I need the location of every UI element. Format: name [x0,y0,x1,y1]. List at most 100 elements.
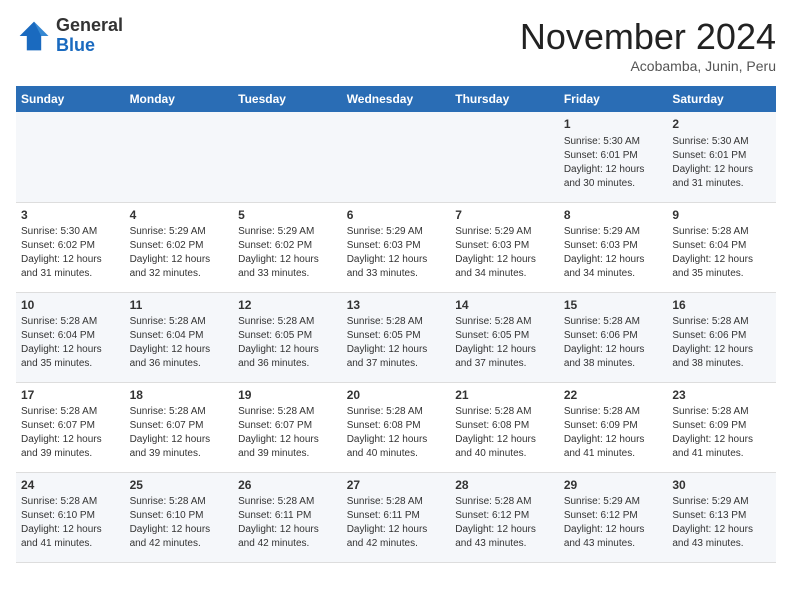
day-info: Sunrise: 5:29 AM [238,225,337,239]
day-info: Sunset: 6:06 PM [672,329,771,343]
day-cell: 29Sunrise: 5:29 AMSunset: 6:12 PMDayligh… [559,472,668,562]
day-info: Daylight: 12 hours and 42 minutes. [130,523,229,551]
day-cell: 5Sunrise: 5:29 AMSunset: 6:02 PMDaylight… [233,202,342,292]
day-number: 22 [564,387,663,404]
day-cell: 9Sunrise: 5:28 AMSunset: 6:04 PMDaylight… [667,202,776,292]
logo: General Blue [16,16,123,56]
logo-blue: Blue [56,35,95,55]
week-row-4: 17Sunrise: 5:28 AMSunset: 6:07 PMDayligh… [16,382,776,472]
day-info: Daylight: 12 hours and 38 minutes. [564,343,663,371]
week-row-1: 1Sunrise: 5:30 AMSunset: 6:01 PMDaylight… [16,112,776,202]
day-info: Sunset: 6:11 PM [347,509,446,523]
day-info: Daylight: 12 hours and 39 minutes. [21,433,120,461]
day-info: Daylight: 12 hours and 35 minutes. [672,253,771,281]
day-info: Sunset: 6:01 PM [564,149,663,163]
day-info: Sunset: 6:01 PM [672,149,771,163]
day-info: Sunset: 6:02 PM [238,239,337,253]
day-number: 9 [672,207,771,224]
day-info: Sunset: 6:09 PM [564,419,663,433]
week-row-3: 10Sunrise: 5:28 AMSunset: 6:04 PMDayligh… [16,292,776,382]
day-number: 12 [238,297,337,314]
day-number: 30 [672,477,771,494]
day-info: Sunset: 6:03 PM [564,239,663,253]
main-title: November 2024 [520,16,776,58]
day-cell: 8Sunrise: 5:29 AMSunset: 6:03 PMDaylight… [559,202,668,292]
day-info: Daylight: 12 hours and 37 minutes. [455,343,554,371]
day-info: Sunrise: 5:30 AM [672,135,771,149]
day-cell [125,112,234,202]
day-cell [16,112,125,202]
logo-icon [16,18,52,54]
day-cell: 23Sunrise: 5:28 AMSunset: 6:09 PMDayligh… [667,382,776,472]
day-number: 1 [564,116,663,133]
day-number: 23 [672,387,771,404]
day-cell: 13Sunrise: 5:28 AMSunset: 6:05 PMDayligh… [342,292,451,382]
day-number: 25 [130,477,229,494]
day-info: Sunset: 6:03 PM [455,239,554,253]
day-number: 26 [238,477,337,494]
day-info: Sunset: 6:05 PM [238,329,337,343]
day-info: Sunset: 6:10 PM [130,509,229,523]
day-info: Sunrise: 5:28 AM [455,405,554,419]
day-number: 14 [455,297,554,314]
day-number: 20 [347,387,446,404]
day-cell: 28Sunrise: 5:28 AMSunset: 6:12 PMDayligh… [450,472,559,562]
day-info: Daylight: 12 hours and 42 minutes. [238,523,337,551]
day-info: Daylight: 12 hours and 40 minutes. [347,433,446,461]
day-info: Sunset: 6:12 PM [455,509,554,523]
day-info: Daylight: 12 hours and 35 minutes. [21,343,120,371]
day-number: 3 [21,207,120,224]
day-cell: 17Sunrise: 5:28 AMSunset: 6:07 PMDayligh… [16,382,125,472]
day-info: Daylight: 12 hours and 34 minutes. [455,253,554,281]
day-header-wednesday: Wednesday [342,86,451,112]
day-info: Sunset: 6:12 PM [564,509,663,523]
day-cell: 30Sunrise: 5:29 AMSunset: 6:13 PMDayligh… [667,472,776,562]
day-number: 5 [238,207,337,224]
day-info: Daylight: 12 hours and 40 minutes. [455,433,554,461]
day-number: 2 [672,116,771,133]
day-number: 8 [564,207,663,224]
day-cell: 14Sunrise: 5:28 AMSunset: 6:05 PMDayligh… [450,292,559,382]
day-number: 29 [564,477,663,494]
week-row-5: 24Sunrise: 5:28 AMSunset: 6:10 PMDayligh… [16,472,776,562]
day-cell [342,112,451,202]
day-cell: 2Sunrise: 5:30 AMSunset: 6:01 PMDaylight… [667,112,776,202]
day-number: 13 [347,297,446,314]
header-row: SundayMondayTuesdayWednesdayThursdayFrid… [16,86,776,112]
day-cell [450,112,559,202]
day-cell [233,112,342,202]
day-info: Sunrise: 5:29 AM [347,225,446,239]
day-info: Daylight: 12 hours and 43 minutes. [455,523,554,551]
day-info: Daylight: 12 hours and 36 minutes. [130,343,229,371]
day-info: Sunrise: 5:29 AM [130,225,229,239]
day-info: Sunrise: 5:28 AM [672,315,771,329]
day-cell: 22Sunrise: 5:28 AMSunset: 6:09 PMDayligh… [559,382,668,472]
logo-text: General Blue [56,16,123,56]
day-info: Daylight: 12 hours and 41 minutes. [672,433,771,461]
day-header-thursday: Thursday [450,86,559,112]
day-number: 28 [455,477,554,494]
day-cell: 15Sunrise: 5:28 AMSunset: 6:06 PMDayligh… [559,292,668,382]
day-number: 16 [672,297,771,314]
day-info: Daylight: 12 hours and 41 minutes. [564,433,663,461]
day-info: Sunrise: 5:28 AM [238,405,337,419]
day-cell: 27Sunrise: 5:28 AMSunset: 6:11 PMDayligh… [342,472,451,562]
day-info: Sunset: 6:08 PM [347,419,446,433]
day-info: Sunset: 6:02 PM [130,239,229,253]
day-info: Sunrise: 5:29 AM [564,495,663,509]
day-number: 11 [130,297,229,314]
day-info: Sunrise: 5:28 AM [130,315,229,329]
day-cell: 16Sunrise: 5:28 AMSunset: 6:06 PMDayligh… [667,292,776,382]
day-cell: 19Sunrise: 5:28 AMSunset: 6:07 PMDayligh… [233,382,342,472]
day-info: Sunset: 6:10 PM [21,509,120,523]
day-number: 7 [455,207,554,224]
day-info: Daylight: 12 hours and 43 minutes. [672,523,771,551]
day-info: Sunrise: 5:29 AM [672,495,771,509]
day-info: Sunrise: 5:28 AM [672,225,771,239]
day-info: Sunset: 6:02 PM [21,239,120,253]
day-cell: 24Sunrise: 5:28 AMSunset: 6:10 PMDayligh… [16,472,125,562]
day-info: Sunset: 6:13 PM [672,509,771,523]
day-info: Sunrise: 5:28 AM [21,315,120,329]
day-info: Sunset: 6:11 PM [238,509,337,523]
day-info: Sunset: 6:07 PM [21,419,120,433]
